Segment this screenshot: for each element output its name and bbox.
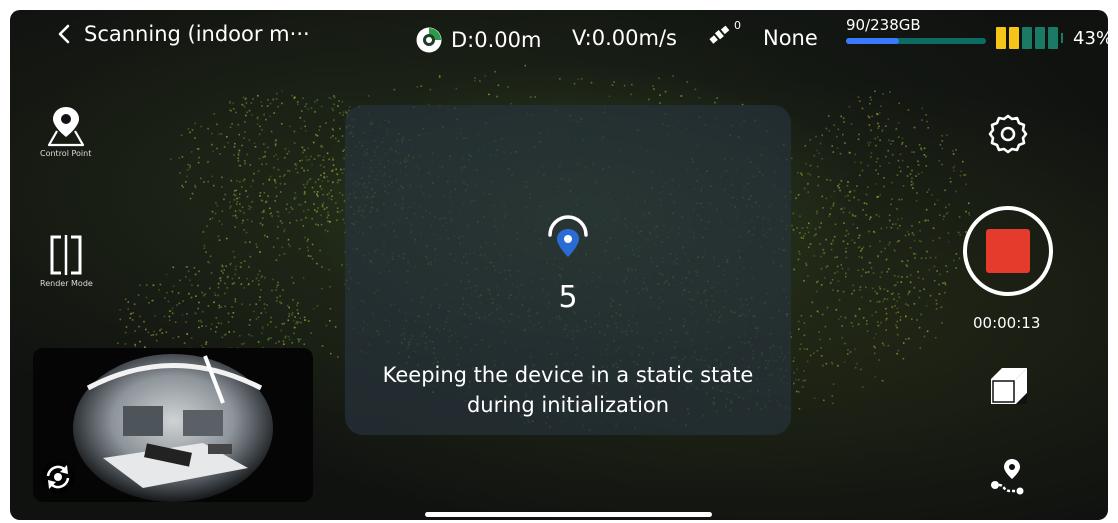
battery-percent: 43% xyxy=(1073,27,1108,49)
distance-value: D:0.00m xyxy=(451,28,542,52)
velocity-readout: V:0.00m/s xyxy=(572,26,677,50)
home-indicator[interactable] xyxy=(425,512,712,517)
battery-cell xyxy=(1035,27,1045,49)
distance-readout: D:0.00m xyxy=(415,26,541,54)
battery-cell xyxy=(1048,27,1058,49)
back-button[interactable]: Scanning (indoor m··· xyxy=(54,22,310,46)
control-point-button[interactable]: Control Point xyxy=(40,105,91,158)
battery-cell xyxy=(1009,27,1019,49)
storage-indicator: 90/238GB xyxy=(846,16,986,44)
render-mode-label: Render Mode xyxy=(40,279,93,288)
initialization-message: Keeping the device in a static state dur… xyxy=(382,363,754,417)
compass-icon xyxy=(416,27,442,53)
initialization-dialog: 5 Keeping the device in a static state d… xyxy=(345,105,791,435)
top-bar: Scanning (indoor m··· D:0.00m V:0.00m/s xyxy=(10,10,1108,66)
velocity-value: V:0.00m/s xyxy=(572,26,677,50)
control-point-label: Control Point xyxy=(40,149,92,158)
satellite-count: 0 xyxy=(734,18,741,32)
cube-view-icon[interactable] xyxy=(988,365,1030,407)
render-mode-icon xyxy=(50,235,82,275)
signal-status: None xyxy=(763,26,818,50)
battery-indicator: 43% xyxy=(996,27,1108,49)
battery-cell xyxy=(996,27,1006,49)
route-icon[interactable] xyxy=(988,457,1028,495)
record-button[interactable] xyxy=(963,206,1053,296)
control-point-icon xyxy=(47,107,84,147)
record-timer: 00:00:13 xyxy=(973,314,1041,332)
storage-track xyxy=(846,38,986,44)
battery-cell xyxy=(1022,27,1032,49)
satellite-icon xyxy=(709,25,730,44)
camera-switch-icon[interactable] xyxy=(39,458,77,496)
back-chevron-icon xyxy=(58,24,70,44)
storage-label: 90/238GB xyxy=(846,16,921,34)
render-mode-button[interactable]: Render Mode xyxy=(40,233,93,288)
camera-preview[interactable] xyxy=(33,348,313,502)
satellite-status: 0 xyxy=(706,18,747,48)
storage-fill xyxy=(846,38,899,44)
signal-status-text: None xyxy=(763,26,818,50)
countdown-number: 5 xyxy=(558,280,578,315)
battery-cells xyxy=(996,27,1063,49)
battery-tip xyxy=(1061,33,1063,43)
location-pin-icon xyxy=(548,215,588,257)
record-icon xyxy=(986,229,1030,273)
scan-screen: Scanning (indoor m··· D:0.00m V:0.00m/s xyxy=(10,10,1108,520)
settings-icon[interactable] xyxy=(988,114,1028,154)
page-title: Scanning (indoor m··· xyxy=(84,22,310,46)
